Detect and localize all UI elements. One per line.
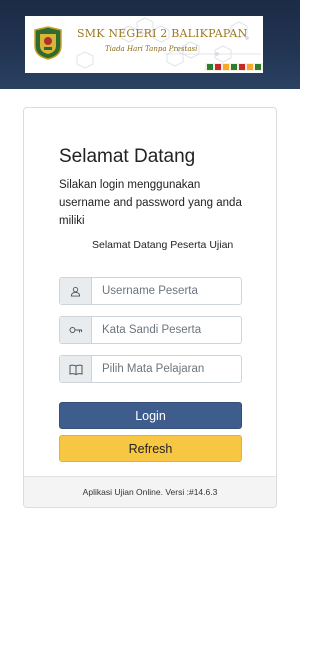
subject-field[interactable]: Pilih Mata Pelajaran [59,355,242,383]
password-input[interactable] [93,317,241,343]
password-field [59,316,242,344]
card-footer: Aplikasi Ujian Online. Versi :#14.6.3 [24,476,276,507]
top-header: SMK NEGERI 2 BALIKPAPAN Tiada Hari Tanpa… [0,0,300,89]
user-icon [60,278,92,304]
book-icon [60,356,92,382]
login-card: Selamat Datang Silakan login menggunakan… [23,107,277,508]
refresh-button[interactable]: Refresh [59,435,242,462]
school-motto: Tiada Hari Tanpa Prestasi [105,45,198,53]
welcome-title: Selamat Datang [59,146,196,167]
batik-ornament [205,63,263,71]
school-crest-icon [34,26,62,60]
username-field [59,277,242,305]
key-icon [60,317,92,343]
username-input[interactable] [93,278,241,304]
app-version-text: Aplikasi Ujian Online. Versi :#14.6.3 [82,487,218,497]
participant-welcome: Selamat Datang Peserta Ujian [92,239,234,251]
login-instructions: Silakan login menggunakan username and p… [59,179,242,227]
login-button[interactable]: Login [59,402,242,429]
school-banner: SMK NEGERI 2 BALIKPAPAN Tiada Hari Tanpa… [25,16,263,73]
subject-select[interactable]: Pilih Mata Pelajaran [93,356,241,382]
school-name: SMK NEGERI 2 BALIKPAPAN [77,27,248,40]
